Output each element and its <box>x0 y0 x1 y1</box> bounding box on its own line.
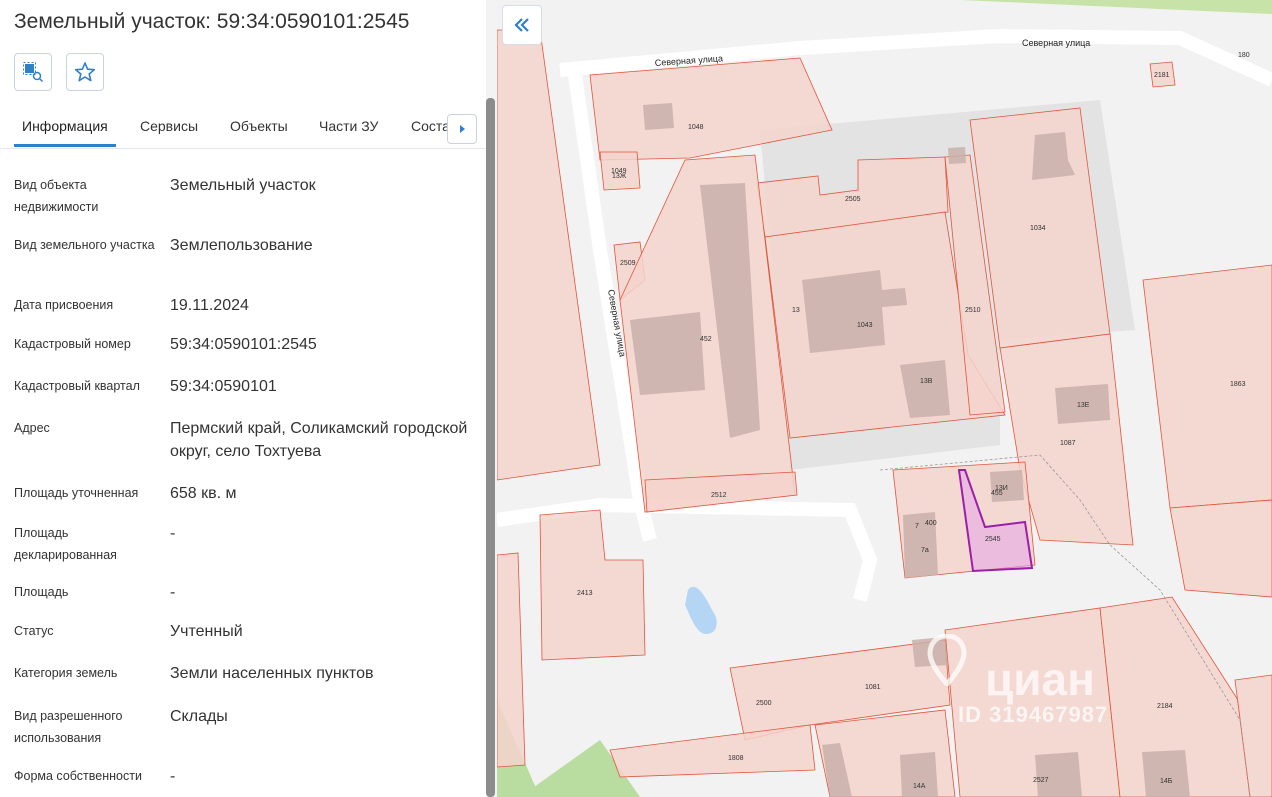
cadastral-plot[interactable] <box>539 509 646 661</box>
field-value: Учтенный <box>170 623 243 640</box>
plot-number: 1808 <box>728 755 744 762</box>
plot-number: 14А <box>913 783 926 790</box>
tab-services[interactable]: Сервисы <box>140 118 198 134</box>
watermark-brand: циан <box>985 653 1095 705</box>
plot-number: 1863 <box>1230 381 1246 388</box>
building <box>900 752 938 797</box>
watermark-id: ID 319467987 <box>958 702 1109 727</box>
plot-number: 2181 <box>1154 72 1170 79</box>
cadastral-plot[interactable] <box>609 724 816 778</box>
plot-number: 13 <box>792 307 800 314</box>
field-value: Склады <box>170 708 228 725</box>
field-label: Вид разрешенного использования <box>14 709 123 745</box>
field-value: 658 кв. м <box>170 485 237 502</box>
building <box>948 147 966 164</box>
field-value: Земельный участок <box>170 177 316 194</box>
info-panel: Земельный участок: 59:34:0590101:2545 Ин… <box>0 0 497 797</box>
street-label: Северная улица <box>1022 38 1090 48</box>
building <box>1142 750 1190 797</box>
field-label: Площадь декларированная <box>14 526 117 562</box>
plot-number: 1034 <box>1030 225 1046 232</box>
cadastral-plot[interactable] <box>1169 499 1272 598</box>
field-value: 59:34:0590101 <box>170 378 277 395</box>
field-value: Землепользование <box>170 237 313 254</box>
field-label: Статус <box>14 624 54 638</box>
building <box>630 312 705 395</box>
field-label: Вид земельного участка <box>14 238 155 252</box>
field-label: Площадь уточненная <box>14 486 139 500</box>
cian-pin-icon <box>927 634 967 686</box>
tab-parts[interactable]: Части ЗУ <box>319 118 378 134</box>
select-area-icon <box>23 62 44 83</box>
tabs-scroll-right-button[interactable] <box>447 114 477 144</box>
plot-number: 13Е <box>1077 402 1090 409</box>
plot-number: 2413 <box>577 590 593 597</box>
cadastral-plot[interactable] <box>497 552 526 768</box>
plot-number: 2184 <box>1157 703 1173 710</box>
caret-right-icon <box>460 125 465 133</box>
plot-number: 2527 <box>1033 777 1049 784</box>
plot-number: 7 <box>915 523 919 530</box>
tab-objects[interactable]: Объекты <box>230 118 288 134</box>
plot-number: 2545 <box>985 536 1001 543</box>
select-area-button[interactable] <box>14 53 52 91</box>
field-value: - <box>170 768 176 785</box>
water-body <box>685 586 717 635</box>
field-label: Вид объекта недвижимости <box>14 178 99 214</box>
star-icon <box>74 62 96 82</box>
field-value: Земли населенных пунктов <box>170 665 374 682</box>
plot-number: 1087 <box>1060 440 1076 447</box>
plot-number: 1081 <box>865 684 881 691</box>
field-label: Кадастровый квартал <box>14 379 140 393</box>
field-label: Площадь <box>14 585 69 599</box>
plot-number: 1043 <box>857 322 873 329</box>
field-label: Адрес <box>14 421 50 435</box>
building <box>1035 752 1082 797</box>
plot-number: 400 <box>925 520 937 527</box>
tab-composition[interactable]: Соста <box>411 118 450 134</box>
plot-number: 2509 <box>620 260 636 267</box>
field-value: 19.11.2024 <box>170 297 249 314</box>
panel-scrollbar-thumb[interactable] <box>486 98 495 797</box>
plot-number: 1048 <box>688 124 704 131</box>
field-value: Пермский край, Соликамский городской окр… <box>170 420 468 460</box>
field-value: - <box>170 525 176 542</box>
plot-number: 13Ж <box>612 173 627 180</box>
cadastral-map[interactable]: Северная улица Северная улица Северная у… <box>497 0 1272 797</box>
field-label: Дата присвоения <box>14 298 114 312</box>
plot-number: 2510 <box>965 307 981 314</box>
field-value: - <box>170 584 176 601</box>
page-title: Земельный участок: 59:34:0590101:2545 <box>14 10 410 33</box>
plot-number: 180 <box>1238 52 1250 59</box>
field-value: 59:34:0590101:2545 <box>170 336 317 353</box>
building <box>643 103 674 130</box>
field-label: Кадастровый номер <box>14 337 131 351</box>
tab-info[interactable]: Информация <box>22 118 108 134</box>
active-tab-indicator <box>14 144 116 147</box>
plot-number: 14Б <box>1160 778 1173 785</box>
field-label: Категория земель <box>14 666 118 680</box>
plot-number: 13В <box>920 378 933 385</box>
tab-bar: Информация Сервисы Объекты Части ЗУ Сост… <box>0 108 486 149</box>
favorite-button[interactable] <box>66 53 104 91</box>
field-label: Форма собственности <box>14 769 142 783</box>
plot-number: 452 <box>700 336 712 343</box>
green-area <box>960 0 1272 14</box>
collapse-panel-button[interactable] <box>502 5 542 45</box>
plot-number: 2505 <box>845 196 861 203</box>
cadastral-plot[interactable] <box>1142 264 1272 509</box>
plot-number: 2512 <box>711 492 727 499</box>
plot-number: 2500 <box>756 700 772 707</box>
map-canvas[interactable]: Северная улица Северная улица Северная у… <box>497 0 1272 797</box>
double-chevron-left-icon <box>514 18 529 32</box>
plot-number: 13И <box>995 485 1008 492</box>
plot-number: 7а <box>921 547 929 554</box>
